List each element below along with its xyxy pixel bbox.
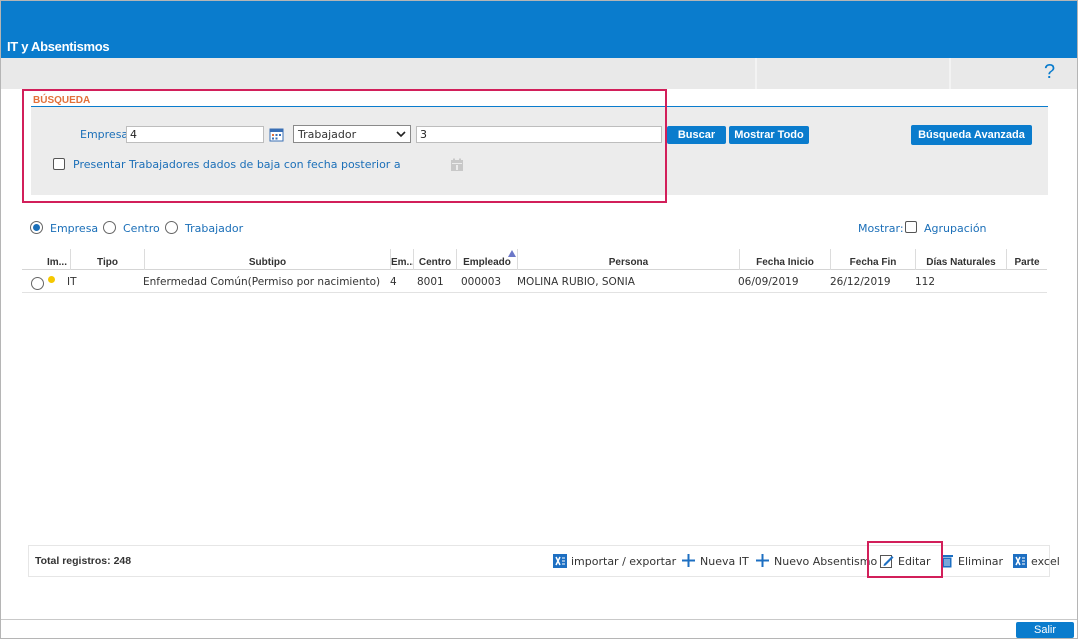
mostrar-todo-button[interactable]: Mostrar Todo [729, 126, 809, 144]
cell-empleado: 000003 [461, 276, 502, 288]
cell-fecha-inicio: 06/09/2019 [738, 276, 799, 288]
plus-icon[interactable] [756, 554, 769, 567]
status-face-icon [48, 276, 55, 283]
import-export-button[interactable]: importar / exportar [571, 555, 676, 568]
excel-icon[interactable] [1013, 554, 1027, 568]
search-highlight-box [22, 89, 667, 203]
buscar-button[interactable]: Buscar [667, 126, 726, 144]
col-header-persona[interactable]: Persona [517, 249, 739, 270]
col-header-fecha-inicio[interactable]: Fecha Inicio [739, 249, 830, 270]
agrupacion-label: Agrupación [924, 222, 987, 235]
total-records: Total registros: 248 [35, 555, 132, 567]
toolbar-divider [755, 58, 757, 89]
window: IT y Absentismos ? BÚSQUEDA Empresa 4 Tr… [0, 0, 1078, 639]
import-export-icon[interactable] [553, 554, 567, 568]
plus-icon[interactable] [682, 554, 695, 567]
cell-dias: 112 [915, 276, 936, 288]
col-header-dias[interactable]: Días Naturales [915, 249, 1006, 270]
eliminar-button[interactable]: Eliminar [958, 555, 1003, 568]
help-icon[interactable]: ? [1044, 61, 1055, 84]
radio-centro[interactable] [103, 221, 116, 234]
table-row[interactable]: IT Enfermedad Común(Permiso por nacimien… [22, 271, 1047, 293]
cell-subtipo: Enfermedad Común(Permiso por nacimiento) [143, 276, 381, 288]
cell-tipo: IT [67, 276, 77, 288]
col-header-tipo[interactable]: Tipo [70, 249, 144, 270]
title-bar: IT y Absentismos [1, 1, 1077, 58]
col-header-im[interactable]: Im... [44, 249, 70, 270]
radio-trabajador-label: Trabajador [185, 222, 244, 235]
radio-empresa-label: Empresa [50, 222, 99, 235]
col-header-centro[interactable]: Centro [413, 249, 456, 270]
cell-fecha-fin: 26/12/2019 [830, 276, 891, 288]
nueva-it-button[interactable]: Nueva IT [700, 555, 749, 568]
radio-centro-label: Centro [123, 222, 160, 235]
agrupacion-checkbox[interactable] [905, 221, 917, 233]
radio-trabajador[interactable] [165, 221, 178, 234]
col-header-empresa[interactable]: Em... [390, 249, 413, 270]
row-select-radio[interactable] [31, 277, 44, 290]
excel-button[interactable]: excel [1031, 555, 1060, 568]
col-header-subtipo[interactable]: Subtipo [144, 249, 390, 270]
cell-centro: 8001 [417, 276, 444, 288]
col-header-fecha-fin[interactable]: Fecha Fin [830, 249, 915, 270]
busqueda-avanzada-button[interactable]: Búsqueda Avanzada [911, 125, 1032, 145]
radio-empresa[interactable] [30, 221, 43, 234]
mostrar-label: Mostrar: [858, 222, 904, 235]
sort-ascending-icon [508, 250, 516, 257]
editar-highlight-box [867, 541, 943, 578]
nuevo-absentismo-button[interactable]: Nuevo Absentismo [774, 555, 877, 568]
cell-persona: MOLINA RUBIO, SONIA [517, 276, 635, 288]
toolbar-divider [949, 58, 951, 89]
col-header-parte[interactable]: Parte [1006, 249, 1047, 270]
salir-button[interactable]: Salir [1016, 622, 1074, 638]
page-title: IT y Absentismos [7, 39, 110, 54]
table-header: Im... Tipo Subtipo Em... Centro Empleado… [22, 249, 1047, 270]
cell-empresa: 4 [390, 276, 397, 288]
bottom-divider [1, 619, 1077, 620]
toolbar-strip [1, 58, 1077, 89]
